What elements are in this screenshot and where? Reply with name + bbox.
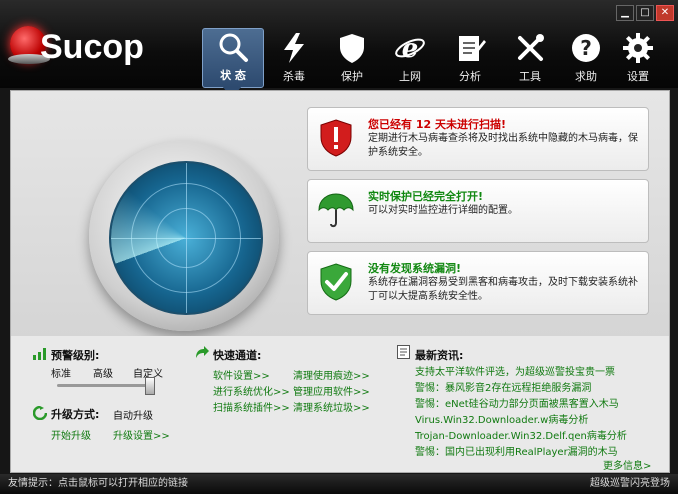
refresh-icon: [33, 406, 47, 420]
close-button[interactable]: ✕: [656, 5, 674, 21]
status-tip: 友情提示：点击鼠标可以打开相应的链接: [8, 478, 188, 489]
quick-link-scan-plugins[interactable]: 扫描系统插件>>: [213, 399, 290, 414]
safe-shield-icon: [320, 263, 352, 301]
nav-tools-label: 工具: [519, 70, 541, 83]
nav-antivirus-label: 杀毒: [283, 70, 305, 83]
level-advanced: 高级: [93, 369, 113, 380]
gear-icon: [623, 33, 653, 63]
quick-link-manage-apps[interactable]: 管理应用软件>>: [293, 383, 370, 398]
realtime-protect-card[interactable]: 实时保护已经完全打开! 可以对实时监控进行详细的配置。: [307, 179, 649, 243]
news-item[interactable]: 警惕：暴风影音2存在远程拒绝服务漏洞: [415, 379, 591, 394]
card-title: 您已经有 12 天未进行扫描!: [368, 118, 506, 131]
nav-analysis[interactable]: 分析: [440, 30, 500, 86]
nav-internet[interactable]: e 上网: [380, 30, 440, 86]
quick-access-heading: 快速通道:: [213, 349, 262, 362]
news-item[interactable]: 支持太平洋软件评选，为超级巡警投宝贵一票: [415, 363, 615, 378]
nav-settings-label: 设置: [627, 70, 649, 83]
minimize-button[interactable]: ▁: [616, 5, 634, 21]
news-icon: [397, 345, 410, 359]
alert-level-slider[interactable]: [57, 384, 151, 387]
slider-thumb[interactable]: [145, 377, 155, 395]
card-title: 没有发现系统漏洞!: [368, 262, 462, 275]
info-area: 预警级别: 标准 高级 自定义 升级方式: 自动升级 开始升级 升级设置>> 快…: [10, 336, 670, 473]
signal-bars-icon: [33, 348, 46, 360]
radar-sweep: [111, 163, 261, 313]
wrench-icon: [518, 34, 544, 61]
start-upgrade-link[interactable]: 开始升级: [51, 427, 91, 442]
quick-link-clean-traces[interactable]: 清理使用痕迹>>: [293, 367, 370, 382]
status-bar: 友情提示：点击鼠标可以打开相应的链接 超级巡警闪亮登场: [0, 474, 678, 494]
app-window: ▁ □ ✕ Sucop 状 态 杀毒 保护 e 上网 分析 工具 ? 求助 设置…: [0, 0, 678, 494]
nav-help[interactable]: ? 求助: [556, 30, 616, 86]
app-name: Sucop: [40, 28, 144, 66]
nav-status-label: 状 态: [220, 69, 246, 82]
card-body: 定期进行木马病毒查杀将及时找出系统中隐藏的木马病毒，保护系统安全。: [368, 133, 638, 158]
quick-link-software-settings[interactable]: 软件设置>>: [213, 367, 270, 382]
nav-settings[interactable]: 设置: [608, 30, 668, 86]
danger-shield-icon: [320, 119, 352, 157]
card-body: 可以对实时监控进行详细的配置。: [368, 205, 518, 216]
news-item[interactable]: Trojan-Downloader.Win32.Delf.qen病毒分析: [415, 427, 627, 442]
shield-icon: [340, 34, 364, 63]
status-panel: 您已经有 12 天未进行扫描! 定期进行木马病毒查杀将及时找出系统中隐藏的木马病…: [10, 90, 670, 338]
svg-text:?: ?: [580, 36, 592, 60]
level-standard: 标准: [51, 369, 71, 380]
nav-tools[interactable]: 工具: [500, 30, 560, 86]
alert-level-heading: 预警级别:: [51, 349, 100, 362]
nav-protect-label: 保护: [341, 70, 363, 83]
upgrade-settings-link[interactable]: 升级设置>>: [113, 427, 170, 442]
scan-warning-card[interactable]: 您已经有 12 天未进行扫描! 定期进行木马病毒查杀将及时找出系统中隐藏的木马病…: [307, 107, 649, 171]
upgrade-heading: 升级方式:: [51, 408, 100, 421]
svg-text:e: e: [402, 34, 419, 64]
quick-link-optimize[interactable]: 进行系统优化>>: [213, 383, 290, 398]
nav-internet-label: 上网: [399, 70, 421, 83]
app-logo: Sucop: [8, 26, 160, 74]
news-item[interactable]: Virus.Win32.Downloader.w病毒分析: [415, 411, 588, 426]
card-body: 系统存在漏洞容易受到黑客和病毒攻击，及时下载安装系统补丁可以大提高系统安全性。: [368, 277, 638, 302]
news-item[interactable]: 警惕：eNet硅谷动力部分页面被黑客置入木马: [415, 395, 619, 410]
more-news-link[interactable]: 更多信息>: [603, 457, 651, 472]
nav-status[interactable]: 状 态: [202, 28, 264, 88]
radar-graphic: [89, 141, 279, 331]
help-icon: ?: [572, 34, 600, 62]
maximize-button[interactable]: □: [636, 5, 654, 21]
lightning-icon: [284, 33, 304, 63]
browser-icon: e: [395, 34, 425, 64]
news-item[interactable]: 警惕：国内已出现利用RealPlayer漏洞的木马: [415, 443, 618, 458]
news-heading: 最新资讯:: [415, 349, 464, 362]
vulnerability-card[interactable]: 没有发现系统漏洞! 系统存在漏洞容易受到黑客和病毒攻击，及时下载安装系统补丁可以…: [307, 251, 649, 315]
header-bar: ▁ □ ✕ Sucop 状 态 杀毒 保护 e 上网 分析 工具 ? 求助 设置: [0, 0, 678, 88]
arrow-icon: [196, 346, 209, 358]
nav-help-label: 求助: [575, 70, 597, 83]
upgrade-mode: 自动升级: [113, 411, 153, 422]
nav-protect[interactable]: 保护: [322, 30, 382, 86]
notepad-icon: [459, 36, 486, 61]
nav-antivirus[interactable]: 杀毒: [264, 30, 324, 86]
quick-link-clean-junk[interactable]: 清理系统垃圾>>: [293, 399, 370, 414]
status-brand: 超级巡警闪亮登场: [590, 478, 670, 489]
magnifier-icon: [219, 33, 248, 62]
nav-analysis-label: 分析: [459, 70, 481, 83]
radar-screen: [109, 161, 263, 315]
umbrella-icon: [318, 193, 354, 228]
card-title: 实时保护已经完全打开!: [368, 190, 484, 203]
